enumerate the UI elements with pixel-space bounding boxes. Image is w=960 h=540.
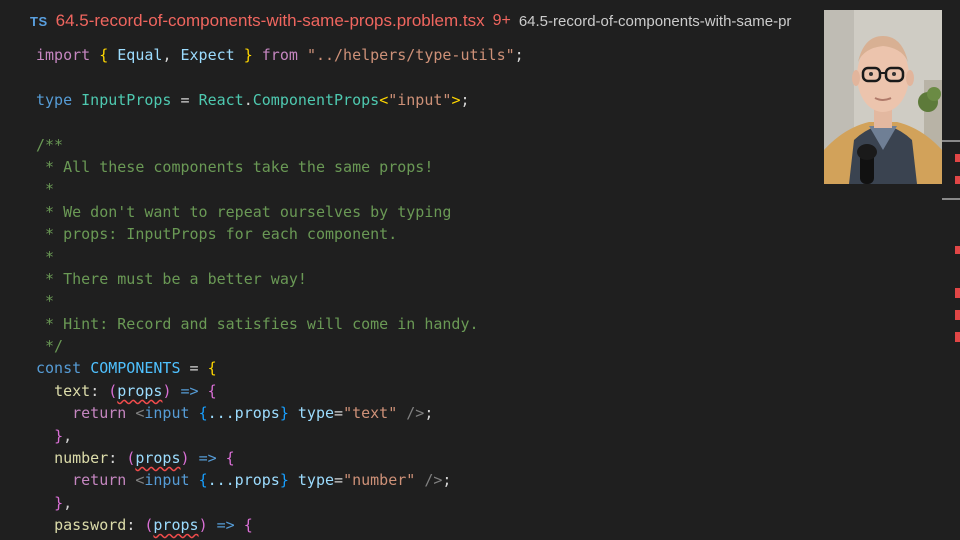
code-line-22: password: (props) => { xyxy=(54,516,253,535)
error-marker xyxy=(955,332,960,342)
code-line-3: type InputProps = React.ComponentProps<"… xyxy=(36,90,470,109)
editor-tab-bar: TS 64.5-record-of-components-with-same-p… xyxy=(0,0,960,42)
code-line-5: /** xyxy=(36,135,64,154)
code-line-14: */ xyxy=(36,337,64,356)
typescript-file-icon: TS xyxy=(30,13,48,29)
props-param-error[interactable]: props xyxy=(153,516,198,534)
code-line-18: }, xyxy=(54,426,73,445)
error-marker xyxy=(955,288,960,298)
code-line-9: * props: InputProps for each component. xyxy=(36,225,398,244)
error-marker xyxy=(955,176,960,184)
error-marker xyxy=(955,154,960,162)
code-line-21: }, xyxy=(54,493,73,512)
code-line-17: return <input {...props} type="text" />; xyxy=(72,404,434,423)
code-line-16: text: (props) => { xyxy=(54,381,217,400)
code-line-6: * All these components take the same pro… xyxy=(36,157,434,176)
props-param-error[interactable]: props xyxy=(117,382,162,400)
code-line-15: const COMPONENTS = { xyxy=(36,359,217,378)
editor-scrollbar[interactable] xyxy=(942,42,960,540)
code-line-11: * There must be a better way! xyxy=(36,269,307,288)
code-editor[interactable]: import { Equal, Expect } from "../helper… xyxy=(36,44,936,537)
code-line-12: * xyxy=(36,292,55,311)
scrollbar-position-marker xyxy=(942,198,960,200)
presenter-webcam xyxy=(824,10,942,184)
code-line-10: * xyxy=(36,247,55,266)
code-line-1: import { Equal, Expect } from "../helper… xyxy=(36,46,524,64)
code-line-7: * xyxy=(36,180,55,199)
error-marker xyxy=(955,246,960,254)
scrollbar-position-marker xyxy=(942,140,960,142)
code-line-20: return <input {...props} type="number" /… xyxy=(72,471,452,490)
props-param-error[interactable]: props xyxy=(135,449,180,467)
error-marker xyxy=(955,310,960,320)
tab-filename[interactable]: 64.5-record-of-components-with-same-prop… xyxy=(56,11,485,31)
code-line-19: number: (props) => { xyxy=(54,449,235,468)
presenter-image xyxy=(824,10,942,184)
problem-count-badge: 9+ xyxy=(492,12,511,29)
breadcrumb[interactable]: 64.5-record-of-components-with-same-pr xyxy=(519,13,792,30)
code-line-13: * Hint: Record and satisfies will come i… xyxy=(36,314,479,333)
code-line-8: * We don't want to repeat ourselves by t… xyxy=(36,202,452,221)
